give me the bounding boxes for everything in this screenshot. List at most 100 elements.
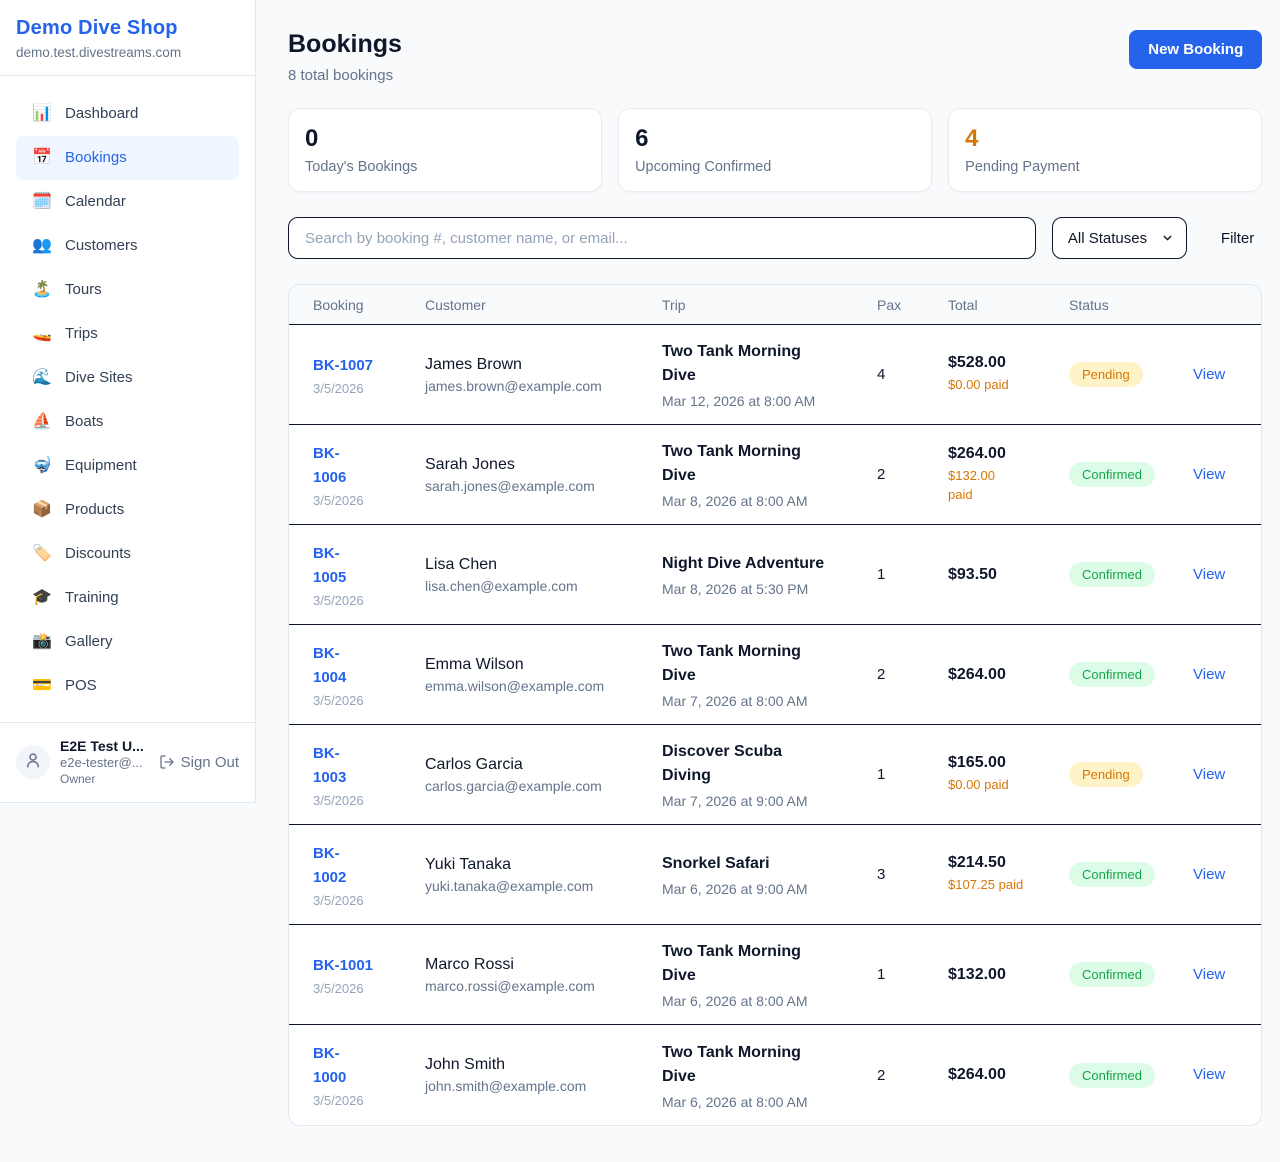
sidebar-item-products[interactable]: 📦 Products bbox=[16, 488, 239, 532]
customer-cell: John Smith john.smith@example.com bbox=[425, 1056, 662, 1094]
customer-email: sarah.jones@example.com bbox=[425, 478, 650, 494]
booking-id-link[interactable]: BK- 1003 bbox=[313, 742, 413, 790]
column-header-total: Total bbox=[948, 297, 1069, 313]
table-row: BK- 1002 3/5/2026 Yuki Tanaka yuki.tanak… bbox=[289, 825, 1261, 925]
column-header-booking: Booking bbox=[313, 297, 425, 313]
booking-id-link[interactable]: BK- 1002 bbox=[313, 842, 413, 890]
status-select[interactable]: All Statuses bbox=[1052, 217, 1187, 259]
total-cell: $528.00 $0.00 paid bbox=[948, 354, 1069, 395]
customer-name: Yuki Tanaka bbox=[425, 856, 650, 874]
view-link[interactable]: View bbox=[1193, 566, 1225, 583]
sidebar-user-section: E2E Test U... e2e-tester@... Owner Sign … bbox=[0, 722, 255, 802]
page-title: Bookings bbox=[288, 30, 402, 59]
table-row: BK- 1006 3/5/2026 Sarah Jones sarah.jone… bbox=[289, 425, 1261, 525]
sidebar-item-label: Equipment bbox=[65, 454, 137, 478]
view-link[interactable]: View bbox=[1193, 966, 1225, 983]
filter-button[interactable]: Filter bbox=[1213, 230, 1262, 247]
sign-out-button[interactable]: Sign Out bbox=[159, 754, 239, 771]
sidebar-item-label: Bookings bbox=[65, 146, 127, 170]
sidebar-item-dive-sites[interactable]: 🌊 Dive Sites bbox=[16, 356, 239, 400]
sidebar-item-customers[interactable]: 👥 Customers bbox=[16, 224, 239, 268]
status-select-wrap: All Statuses bbox=[1052, 217, 1187, 259]
view-link[interactable]: View bbox=[1193, 466, 1225, 483]
sidebar-item-calendar[interactable]: 🗓️ Calendar bbox=[16, 180, 239, 224]
sidebar-item-equipment[interactable]: 🤿 Equipment bbox=[16, 444, 239, 488]
gallery-icon: 📸 bbox=[32, 630, 52, 654]
view-cell: View bbox=[1193, 466, 1237, 484]
sidebar-item-gallery[interactable]: 📸 Gallery bbox=[16, 620, 239, 664]
customer-cell: Emma Wilson emma.wilson@example.com bbox=[425, 656, 662, 694]
discounts-icon: 🏷️ bbox=[32, 542, 52, 566]
sidebar: Demo Dive Shop demo.test.divestreams.com… bbox=[0, 0, 256, 803]
pax-count: 4 bbox=[877, 366, 948, 383]
customer-email: marco.rossi@example.com bbox=[425, 978, 650, 994]
sidebar-nav: 📊 Dashboard 📅 Bookings 🗓️ Calendar 👥 Cus… bbox=[0, 76, 255, 722]
booking-cell: BK-1007 3/5/2026 bbox=[313, 354, 425, 396]
view-cell: View bbox=[1193, 1066, 1237, 1084]
view-link[interactable]: View bbox=[1193, 766, 1225, 783]
status-cell: Confirmed bbox=[1069, 662, 1193, 687]
total-cell: $264.00 bbox=[948, 666, 1069, 684]
total-cell: $132.00 bbox=[948, 966, 1069, 984]
equipment-icon: 🤿 bbox=[32, 454, 52, 478]
booking-id-link[interactable]: BK- 1006 bbox=[313, 442, 413, 490]
stat-value: 4 bbox=[965, 125, 1245, 154]
trip-name: Snorkel Safari bbox=[662, 852, 865, 876]
view-link[interactable]: View bbox=[1193, 866, 1225, 883]
trip-cell: Night Dive Adventure Mar 8, 2026 at 5:30… bbox=[662, 552, 877, 597]
sidebar-item-boats[interactable]: ⛵ Boats bbox=[16, 400, 239, 444]
sidebar-item-tours[interactable]: 🏝️ Tours bbox=[16, 268, 239, 312]
trip-cell: Two Tank Morning Dive Mar 7, 2026 at 8:0… bbox=[662, 640, 877, 709]
total-cell: $165.00 $0.00 paid bbox=[948, 754, 1069, 795]
sidebar-item-label: Products bbox=[65, 498, 124, 522]
trip-datetime: Mar 12, 2026 at 8:00 AM bbox=[662, 393, 865, 409]
stat-card: 0 Today's Bookings bbox=[288, 108, 602, 192]
view-link[interactable]: View bbox=[1193, 366, 1225, 383]
customer-cell: Yuki Tanaka yuki.tanaka@example.com bbox=[425, 856, 662, 894]
sidebar-item-pos[interactable]: 💳 POS bbox=[16, 664, 239, 708]
customer-email: yuki.tanaka@example.com bbox=[425, 878, 650, 894]
booking-id-link[interactable]: BK- 1005 bbox=[313, 542, 413, 590]
status-badge: Confirmed bbox=[1069, 962, 1155, 987]
total-amount: $165.00 bbox=[948, 754, 1057, 772]
column-header-pax: Pax bbox=[877, 297, 948, 313]
stats-cards: 0 Today's Bookings 6 Upcoming Confirmed … bbox=[288, 108, 1262, 192]
view-link[interactable]: View bbox=[1193, 666, 1225, 683]
booking-cell: BK- 1003 3/5/2026 bbox=[313, 742, 425, 808]
main-content: Bookings 8 total bookings New Booking 0 … bbox=[256, 0, 1280, 1158]
sidebar-item-discounts[interactable]: 🏷️ Discounts bbox=[16, 532, 239, 576]
search-input[interactable] bbox=[288, 217, 1036, 259]
view-cell: View bbox=[1193, 866, 1237, 884]
trip-name: Two Tank Morning Dive bbox=[662, 440, 865, 488]
sidebar-item-training[interactable]: 🎓 Training bbox=[16, 576, 239, 620]
table-row: BK- 1004 3/5/2026 Emma Wilson emma.wilso… bbox=[289, 625, 1261, 725]
view-link[interactable]: View bbox=[1193, 1066, 1225, 1083]
customer-email: lisa.chen@example.com bbox=[425, 578, 650, 594]
status-cell: Pending bbox=[1069, 762, 1193, 787]
page-subtitle: 8 total bookings bbox=[288, 67, 402, 84]
trip-datetime: Mar 6, 2026 at 8:00 AM bbox=[662, 993, 865, 1009]
booking-date: 3/5/2026 bbox=[313, 493, 413, 508]
status-cell: Confirmed bbox=[1069, 462, 1193, 487]
sidebar-item-label: Boats bbox=[65, 410, 103, 434]
user-email: e2e-tester@... bbox=[60, 755, 144, 772]
total-amount: $264.00 bbox=[948, 1066, 1057, 1084]
status-badge: Pending bbox=[1069, 362, 1143, 387]
sidebar-item-bookings[interactable]: 📅 Bookings bbox=[16, 136, 239, 180]
status-cell: Confirmed bbox=[1069, 962, 1193, 987]
sidebar-item-trips[interactable]: 🚤 Trips bbox=[16, 312, 239, 356]
sidebar-item-label: Trips bbox=[65, 322, 98, 346]
sidebar-item-dashboard[interactable]: 📊 Dashboard bbox=[16, 92, 239, 136]
stat-label: Upcoming Confirmed bbox=[635, 159, 915, 175]
status-cell: Confirmed bbox=[1069, 562, 1193, 587]
new-booking-button[interactable]: New Booking bbox=[1129, 30, 1262, 69]
booking-id-link[interactable]: BK-1007 bbox=[313, 354, 413, 378]
view-cell: View bbox=[1193, 366, 1237, 384]
booking-id-link[interactable]: BK- 1004 bbox=[313, 642, 413, 690]
column-header-customer: Customer bbox=[425, 297, 662, 313]
booking-id-link[interactable]: BK- 1000 bbox=[313, 1042, 413, 1090]
booking-id-link[interactable]: BK-1001 bbox=[313, 954, 413, 978]
avatar bbox=[16, 745, 50, 779]
table-row: BK- 1003 3/5/2026 Carlos Garcia carlos.g… bbox=[289, 725, 1261, 825]
customer-cell: Lisa Chen lisa.chen@example.com bbox=[425, 556, 662, 594]
